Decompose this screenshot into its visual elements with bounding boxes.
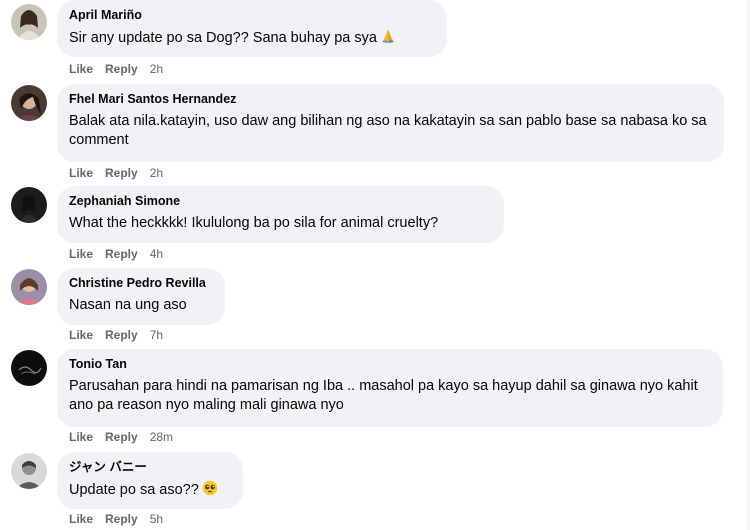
timestamp[interactable]: 7h bbox=[150, 328, 163, 342]
avatar[interactable] bbox=[11, 85, 47, 121]
like-button[interactable]: Like bbox=[69, 166, 93, 180]
like-button[interactable]: Like bbox=[69, 430, 93, 444]
comment-text: Nasan na ung aso bbox=[69, 297, 187, 313]
reply-button[interactable]: Reply bbox=[105, 166, 138, 180]
reply-button[interactable]: Reply bbox=[105, 328, 138, 342]
comment-text: Parusahan para hindi na pamarisan ng Iba… bbox=[69, 378, 698, 413]
timestamp[interactable]: 2h bbox=[150, 62, 163, 76]
comment-actions: Like Reply 5h bbox=[69, 511, 163, 527]
reply-button[interactable]: Reply bbox=[105, 247, 138, 261]
like-button[interactable]: Like bbox=[69, 328, 93, 342]
reply-button[interactable]: Reply bbox=[105, 430, 138, 444]
comment-actions: Like Reply 4h bbox=[69, 246, 163, 262]
comment-author[interactable]: Tonio Tan bbox=[69, 356, 711, 373]
folded-hands-icon bbox=[380, 28, 396, 50]
avatar[interactable] bbox=[11, 269, 47, 305]
comment-bubble: ジャン バニー Update po sa aso?? bbox=[57, 452, 243, 509]
comment-actions: Like Reply 2h bbox=[69, 61, 163, 77]
comment-bubble: Tonio Tan Parusahan para hindi na pamari… bbox=[57, 349, 723, 427]
comment-actions: Like Reply 7h bbox=[69, 327, 163, 343]
comment-text: What the heckkkk! Ikululong ba po sila f… bbox=[69, 215, 439, 231]
timestamp[interactable]: 2h bbox=[150, 166, 163, 180]
comment-author[interactable]: ジャン バニー bbox=[69, 459, 231, 476]
avatar[interactable] bbox=[11, 4, 47, 40]
comment-bubble: April Mariño Sir any update po sa Dog?? … bbox=[57, 0, 447, 57]
comment-bubble: Zephaniah Simone What the heckkkk! Ikulu… bbox=[57, 186, 504, 243]
timestamp[interactable]: 5h bbox=[150, 512, 163, 526]
timestamp[interactable]: 4h bbox=[150, 247, 163, 261]
comment-author[interactable]: Zephaniah Simone bbox=[69, 193, 492, 210]
comment-text: Update po sa aso?? bbox=[69, 482, 199, 498]
comment-bubble: Fhel Mari Santos Hernandez Balak ata nil… bbox=[57, 84, 724, 162]
comment-actions: Like Reply 2h bbox=[69, 165, 163, 181]
reply-button[interactable]: Reply bbox=[105, 62, 138, 76]
comment-author[interactable]: Christine Pedro Revilla bbox=[69, 275, 213, 292]
comment-author[interactable]: April Mariño bbox=[69, 7, 435, 24]
timestamp[interactable]: 28m bbox=[150, 430, 173, 444]
comment-author[interactable]: Fhel Mari Santos Hernandez bbox=[69, 91, 712, 108]
like-button[interactable]: Like bbox=[69, 512, 93, 526]
comment-text: Sir any update po sa Dog?? Sana buhay pa… bbox=[69, 30, 377, 46]
like-button[interactable]: Like bbox=[69, 62, 93, 76]
comment-text: Balak ata nila.katayin, uso daw ang bili… bbox=[69, 113, 707, 148]
avatar[interactable] bbox=[11, 350, 47, 386]
pleading-face-icon bbox=[202, 480, 218, 502]
reply-button[interactable]: Reply bbox=[105, 512, 138, 526]
avatar[interactable] bbox=[11, 453, 47, 489]
comment-actions: Like Reply 28m bbox=[69, 429, 173, 445]
like-button[interactable]: Like bbox=[69, 247, 93, 261]
comment-bubble: Christine Pedro Revilla Nasan na ung aso bbox=[57, 268, 225, 325]
avatar[interactable] bbox=[11, 187, 47, 223]
